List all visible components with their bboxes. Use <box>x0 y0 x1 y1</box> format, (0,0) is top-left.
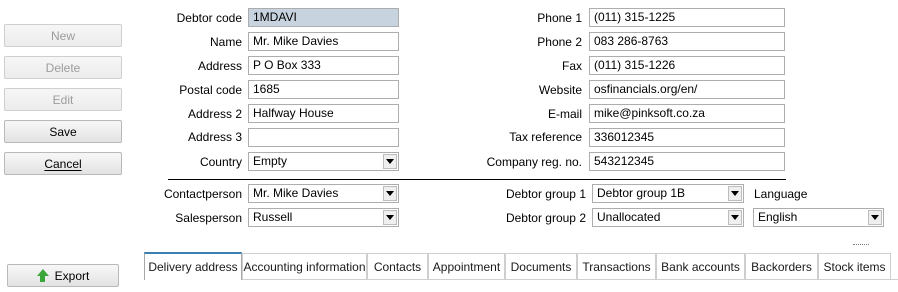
postal-code-field[interactable]: 1685 <box>248 80 399 99</box>
salesperson-label: Salesperson <box>175 211 242 225</box>
delete-button[interactable]: Delete <box>4 56 122 79</box>
fax-field[interactable]: (011) 315-1226 <box>589 56 785 75</box>
salesperson-value: Russell <box>253 210 293 224</box>
tab-accounting-information[interactable]: Accounting information <box>242 253 367 279</box>
address2-label: Address 2 <box>187 107 242 121</box>
address-label: Address <box>197 59 242 73</box>
tax-reference-field[interactable]: 336012345 <box>589 128 785 147</box>
new-button[interactable]: New <box>4 24 122 47</box>
address3-field[interactable] <box>248 128 399 147</box>
fax-label: Fax <box>561 59 582 73</box>
email-label: E-mail <box>547 107 582 121</box>
chevron-down-icon[interactable] <box>383 154 397 169</box>
tab-transactions[interactable]: Transactions <box>577 253 656 279</box>
phone1-label: Phone 1 <box>537 11 582 25</box>
debtor-group2-select[interactable]: Unallocated <box>592 208 744 227</box>
chevron-down-icon[interactable] <box>868 210 882 225</box>
chevron-down-icon[interactable] <box>383 210 397 225</box>
address3-label: Address 3 <box>187 130 242 144</box>
cancel-label: Cancel <box>44 156 82 171</box>
export-button[interactable]: Export <box>7 264 119 287</box>
website-label: Website <box>538 83 582 97</box>
chevron-down-icon[interactable] <box>383 186 397 201</box>
language-select[interactable]: English <box>753 208 884 227</box>
debtor-code-label: Debtor code <box>176 11 242 25</box>
splitter-grip[interactable] <box>853 244 869 246</box>
tab-backorders[interactable]: Backorders <box>745 253 818 279</box>
language-value: English <box>758 210 798 224</box>
tab-delivery-address[interactable]: Delivery address <box>144 252 242 280</box>
phone1-field[interactable]: (011) 315-1225 <box>589 8 785 27</box>
country-select[interactable]: Empty <box>248 152 399 171</box>
tab-stock-items[interactable]: Stock items <box>818 253 891 279</box>
tab-bank-accounts[interactable]: Bank accounts <box>656 253 745 279</box>
save-button[interactable]: Save <box>4 120 122 143</box>
contactperson-label: Contactperson <box>163 187 242 201</box>
phone2-field[interactable]: 083 286-8763 <box>589 32 785 51</box>
company-reg-label: Company reg. no. <box>486 155 582 169</box>
tab-strip-baseline <box>144 279 898 280</box>
phone2-label: Phone 2 <box>537 35 582 49</box>
debtor-group1-value: Debtor group 1B <box>597 186 686 200</box>
debtor-code-field[interactable]: 1MDAVI <box>248 8 399 27</box>
salesperson-select[interactable]: Russell <box>248 208 399 227</box>
tab-contacts[interactable]: Contacts <box>367 253 428 279</box>
tab-appointment[interactable]: Appointment <box>428 253 505 279</box>
country-label: Country <box>199 155 242 169</box>
name-field[interactable]: Mr. Mike Davies <box>248 32 399 51</box>
edit-button[interactable]: Edit <box>4 88 122 111</box>
address2-field[interactable]: Halfway House <box>248 104 399 123</box>
export-label: Export <box>54 268 90 283</box>
company-reg-field[interactable]: 543212345 <box>589 152 785 171</box>
website-field[interactable]: osfinancials.org/en/ <box>589 80 785 99</box>
debtor-group1-label: Debtor group 1 <box>505 187 586 201</box>
language-label: Language <box>754 187 808 201</box>
tax-reference-label: Tax reference <box>509 130 582 144</box>
address-field[interactable]: P O Box 333 <box>248 56 399 75</box>
postal-code-label: Postal code <box>179 83 242 97</box>
chevron-down-icon[interactable] <box>728 186 742 201</box>
tab-documents[interactable]: Documents <box>505 253 577 279</box>
contactperson-value: Mr. Mike Davies <box>253 186 339 200</box>
contactperson-select[interactable]: Mr. Mike Davies <box>248 184 399 203</box>
debtor-group2-value: Unallocated <box>597 210 661 224</box>
chevron-down-icon[interactable] <box>728 210 742 225</box>
debtor-group1-select[interactable]: Debtor group 1B <box>592 184 744 203</box>
debtor-group2-label: Debtor group 2 <box>505 211 586 225</box>
export-arrow-icon <box>36 269 49 282</box>
email-field[interactable]: mike@pinksoft.co.za <box>589 104 785 123</box>
country-value: Empty <box>253 154 288 168</box>
name-label: Name <box>209 35 242 49</box>
section-divider <box>168 179 786 180</box>
cancel-button[interactable]: Cancel <box>4 152 122 175</box>
